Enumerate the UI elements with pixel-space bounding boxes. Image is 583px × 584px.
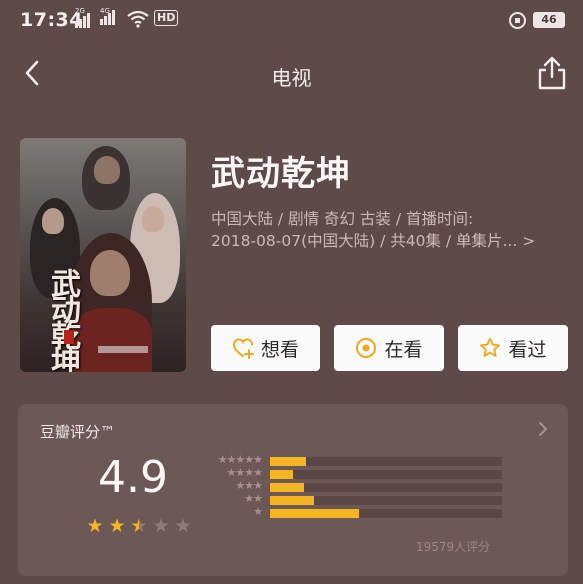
rating-star-icon: ★ bbox=[108, 515, 126, 537]
rating-bar-stars-label: ★★★ bbox=[235, 479, 263, 492]
rotation-lock-icon bbox=[509, 12, 526, 29]
star-outline-icon bbox=[480, 337, 501, 357]
rating-star-icon: ★ bbox=[86, 515, 104, 537]
rating-star-icon: ★ bbox=[174, 515, 192, 537]
want-to-watch-label: 想看 bbox=[260, 338, 299, 361]
rating-source-label: 豆瓣评分™ bbox=[40, 423, 116, 441]
poster-seal bbox=[64, 330, 74, 344]
nav-bar: 电视 bbox=[0, 52, 583, 96]
rating-bar-fill bbox=[270, 509, 360, 518]
share-icon[interactable] bbox=[536, 55, 568, 91]
meta-line-1: 中国大陆 / 剧情 奇幻 古装 / 首播时间: bbox=[211, 210, 474, 228]
rating-bar-stars-label: ★ bbox=[253, 505, 263, 518]
rating-bar-fill bbox=[270, 457, 306, 466]
rating-bar-track bbox=[270, 483, 502, 492]
rating-bar-fill bbox=[270, 483, 304, 492]
rating-bar-track bbox=[270, 470, 502, 479]
douban-rating-card[interactable]: 豆瓣评分™ 4.9 ★ ★ ★ ★ ★ ★★★★★ ★★★★ ★★★ ★★ ★ 19579人评分 bbox=[18, 404, 568, 576]
watched-button[interactable]: 看过 bbox=[458, 325, 568, 371]
meta-line-2: 2018-08-07(中国大陆) / 共40集 / 单集片... bbox=[211, 230, 571, 252]
signal-1-icon: 2G bbox=[75, 7, 91, 28]
status-bar: 17:34 2G 4G HD 46 bbox=[0, 0, 583, 40]
rating-bar-stars-label: ★★ bbox=[244, 492, 263, 505]
rating-count: 19579人评分 bbox=[416, 540, 491, 554]
rating-stars: ★ ★ ★ ★ ★ bbox=[84, 515, 194, 537]
show-meta[interactable]: 中国大陆 / 剧情 奇幻 古装 / 首播时间: 2018-08-07(中国大陆)… bbox=[211, 208, 571, 252]
poster-image[interactable]: 武动乾坤 bbox=[20, 138, 186, 372]
rating-score: 4.9 bbox=[98, 452, 168, 503]
rating-bar-fill bbox=[270, 470, 294, 479]
poster-title: 武动乾坤 bbox=[45, 268, 80, 372]
wifi-icon bbox=[127, 10, 149, 28]
rating-bar-row: ★ bbox=[204, 505, 514, 519]
watched-label: 看过 bbox=[508, 338, 547, 361]
volte-hd-icon: HD bbox=[154, 10, 179, 26]
rating-star-icon: ★ bbox=[128, 515, 150, 537]
chevron-right-icon[interactable] bbox=[537, 420, 549, 438]
watching-label: 在看 bbox=[384, 338, 423, 361]
battery-icon: 46 bbox=[533, 12, 565, 28]
rating-bar-fill bbox=[270, 496, 315, 505]
rating-bar-stars-label: ★★★★★ bbox=[217, 453, 263, 466]
rating-bar-track bbox=[270, 496, 502, 505]
want-to-watch-button[interactable]: 想看 bbox=[211, 325, 320, 371]
heart-plus-icon bbox=[232, 338, 254, 359]
rating-bar-track bbox=[270, 457, 502, 466]
rating-bar-row: ★★ bbox=[204, 492, 514, 506]
page-title: 电视 bbox=[271, 66, 312, 90]
rating-bar-track bbox=[270, 509, 502, 518]
signal-2-icon: 4G bbox=[100, 7, 116, 25]
rating-bar-stars-label: ★★★★ bbox=[226, 466, 263, 479]
show-title: 武动乾坤 bbox=[211, 154, 351, 194]
rating-star-icon: ★ bbox=[152, 515, 170, 537]
target-icon bbox=[356, 338, 377, 358]
status-time: 17:34 bbox=[20, 9, 83, 31]
watching-button[interactable]: 在看 bbox=[334, 325, 444, 371]
poster-logos bbox=[98, 346, 148, 353]
